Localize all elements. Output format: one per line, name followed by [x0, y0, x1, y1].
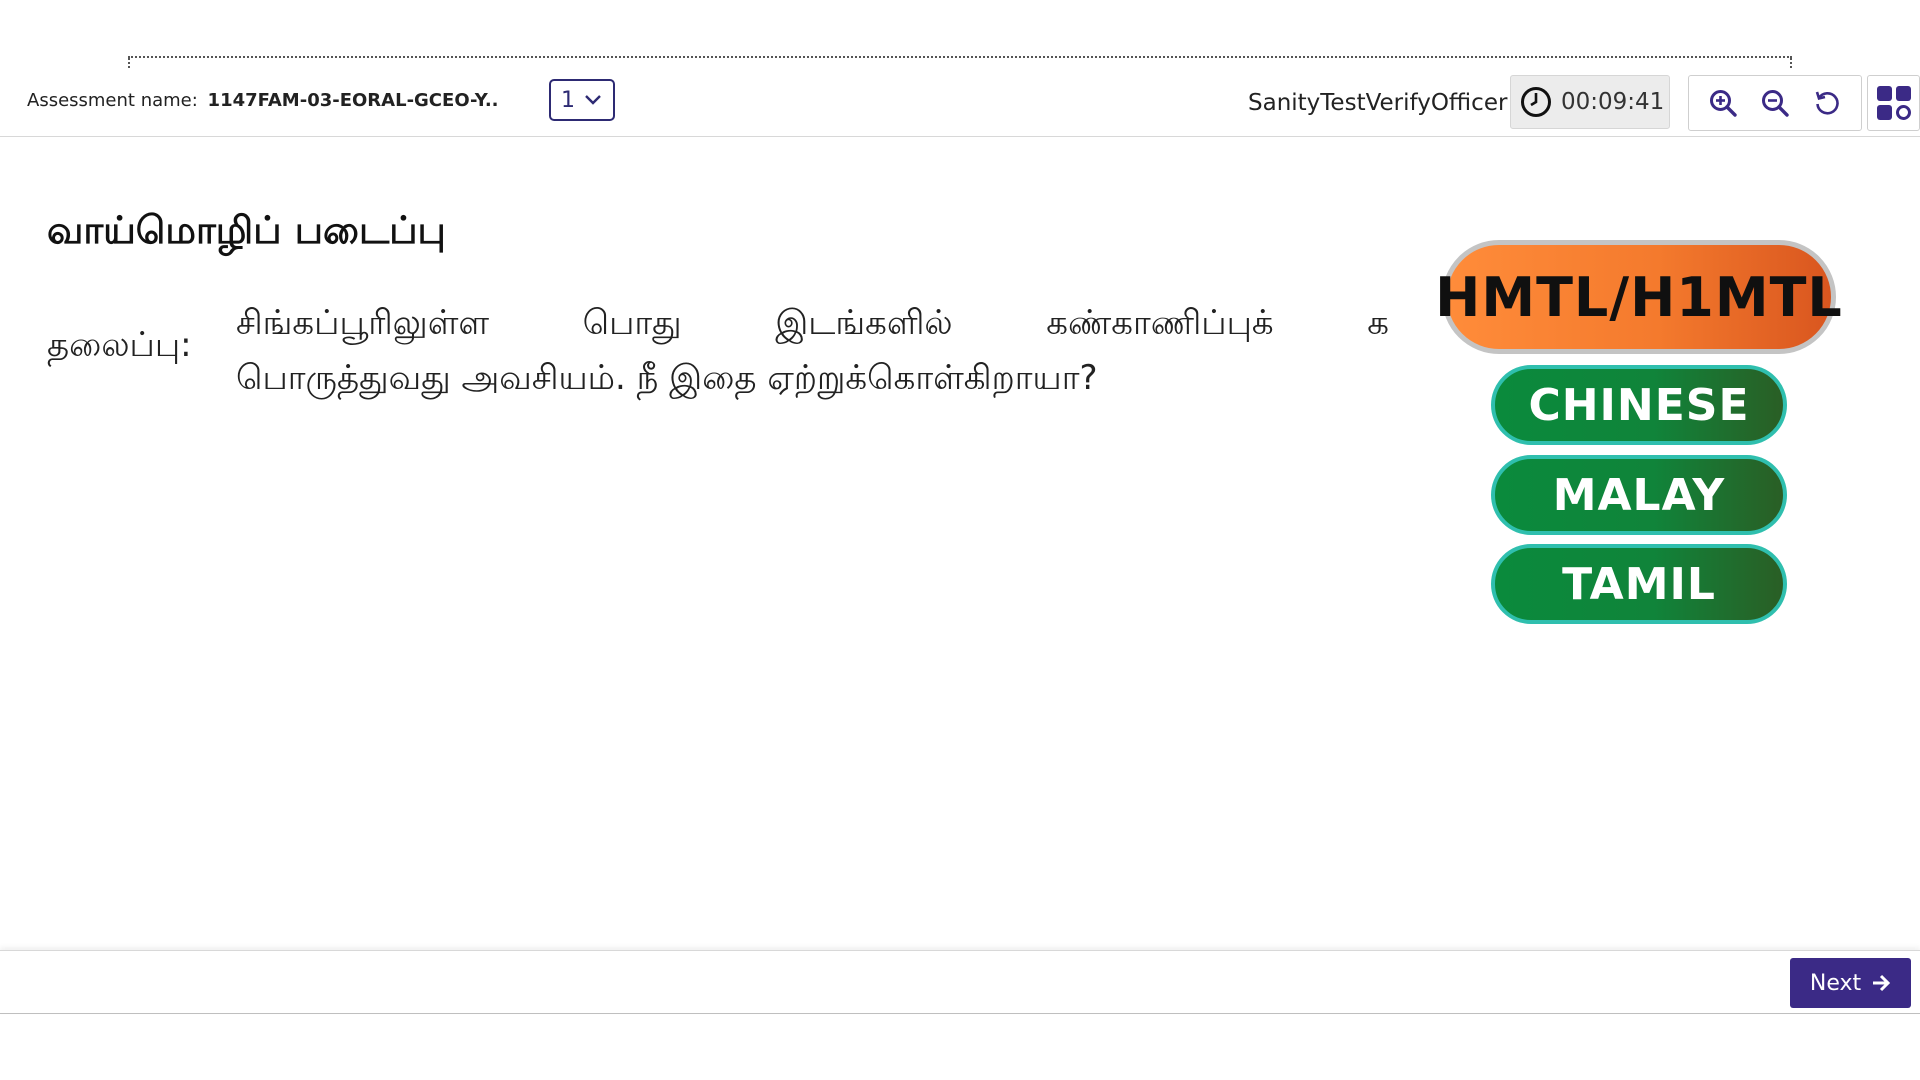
page-select[interactable]: 1 — [549, 79, 615, 121]
language-button-tamil[interactable]: TAMIL — [1491, 544, 1787, 624]
assessment-name: Assessment name: 1147FAM-03-EORAL-GCEO-Y… — [27, 90, 499, 111]
topic-word: சிங்கப்பூரிலுள்ள — [236, 303, 490, 343]
chevron-down-icon — [585, 95, 601, 105]
header-bar: Assessment name: 1147FAM-03-EORAL-GCEO-Y… — [0, 74, 1920, 137]
language-button-chinese[interactable]: CHINESE — [1491, 365, 1787, 445]
footer-bar: Next — [0, 950, 1920, 1014]
user-name: SanityTestVerifyOfficer — [1248, 90, 1508, 116]
timer: 00:09:41 — [1510, 75, 1670, 129]
reset-zoom-button[interactable] — [1809, 85, 1845, 121]
topic-label: தலைப்பு: — [47, 325, 192, 365]
reset-icon — [1815, 91, 1839, 115]
arrow-right-icon — [1873, 974, 1891, 992]
next-label: Next — [1809, 970, 1862, 996]
zoom-out-button[interactable] — [1757, 85, 1793, 121]
grid-menu-icon — [1876, 86, 1911, 120]
footer-accent — [70, 1011, 588, 1013]
assessment-value: 1147FAM-03-EORAL-GCEO-Y.. — [207, 90, 499, 111]
timer-value: 00:09:41 — [1561, 89, 1665, 115]
topic-text: சிங்கப்பூரிலுள்ள பொது இடங்களில் கண்காணிப… — [236, 296, 1389, 406]
zoom-in-button[interactable] — [1705, 85, 1741, 121]
page-title: வாய்மொழிப் படைப்பு — [47, 208, 446, 252]
topic-word: க — [1367, 303, 1389, 343]
clock-icon — [1521, 87, 1551, 117]
zoom-out-icon — [1762, 90, 1789, 117]
topic-word: கண்காணிப்புக் — [1046, 303, 1274, 343]
top-dotted-divider — [128, 56, 1792, 68]
next-button[interactable]: Next — [1790, 958, 1911, 1008]
assessment-label: Assessment name: — [27, 90, 198, 111]
zoom-toolbar — [1688, 75, 1862, 131]
page-select-value: 1 — [561, 87, 575, 113]
topic-word: பொது — [582, 303, 682, 343]
language-button-selected[interactable]: HMTL/H1MTL — [1435, 240, 1842, 354]
grid-menu-button[interactable] — [1867, 75, 1920, 131]
topic-word: இடங்களில் — [775, 303, 953, 343]
language-button-malay[interactable]: MALAY — [1491, 455, 1787, 535]
topic-line-2: பொருத்துவது அவசியம். நீ இதை ஏற்றுக்கொள்க… — [236, 358, 1098, 398]
zoom-in-icon — [1710, 90, 1737, 117]
